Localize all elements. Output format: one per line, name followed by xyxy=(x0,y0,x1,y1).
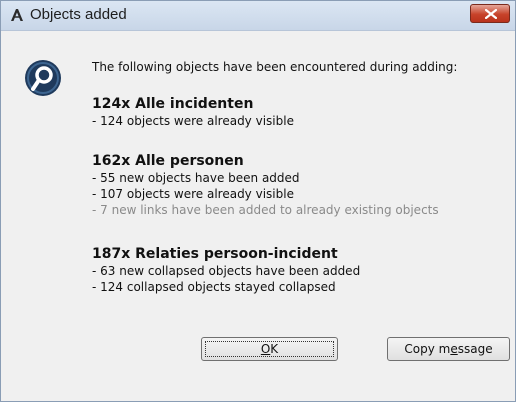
group-title: 124x Alle incidenten xyxy=(92,96,254,112)
group-title: 162x Alle personen xyxy=(92,153,244,169)
group-line-dim: - 7 new links have been added to already… xyxy=(92,203,439,217)
window-title: Objects added xyxy=(30,6,127,23)
group-alle-personen: 162x Alle personen - 55 new objects have… xyxy=(92,153,439,218)
copy-mnemonic: e xyxy=(450,342,458,356)
group-title: 187x Relaties persoon-incident xyxy=(92,246,338,262)
group-line: - 124 objects were already visible xyxy=(92,114,294,128)
group-line: - 124 collapsed objects stayed collapsed xyxy=(92,280,336,294)
copy-message-button[interactable]: Copy message xyxy=(387,337,510,361)
close-icon xyxy=(485,9,497,19)
copy-label-after: ssage xyxy=(457,342,493,356)
ok-button[interactable]: OK xyxy=(201,337,338,361)
group-line: - 63 new collapsed objects have been add… xyxy=(92,264,361,278)
intro-text: The following objects have been encounte… xyxy=(92,60,458,74)
group-alle-incidenten: 124x Alle incidenten - 124 objects were … xyxy=(92,96,294,129)
group-line: - 55 new objects have been added xyxy=(92,171,300,185)
group-line: - 107 objects were already visible xyxy=(92,187,294,201)
copy-label-before: Copy m xyxy=(404,342,451,356)
magnifier-info-icon xyxy=(25,60,61,96)
close-button[interactable] xyxy=(470,4,510,23)
dialog-window: Objects added The following objects have… xyxy=(0,0,516,402)
title-bar[interactable]: Objects added xyxy=(1,1,515,31)
group-relaties-persoon-incident: 187x Relaties persoon-incident - 63 new … xyxy=(92,246,360,295)
app-logo-icon xyxy=(11,9,23,21)
focus-rectangle xyxy=(205,341,334,357)
